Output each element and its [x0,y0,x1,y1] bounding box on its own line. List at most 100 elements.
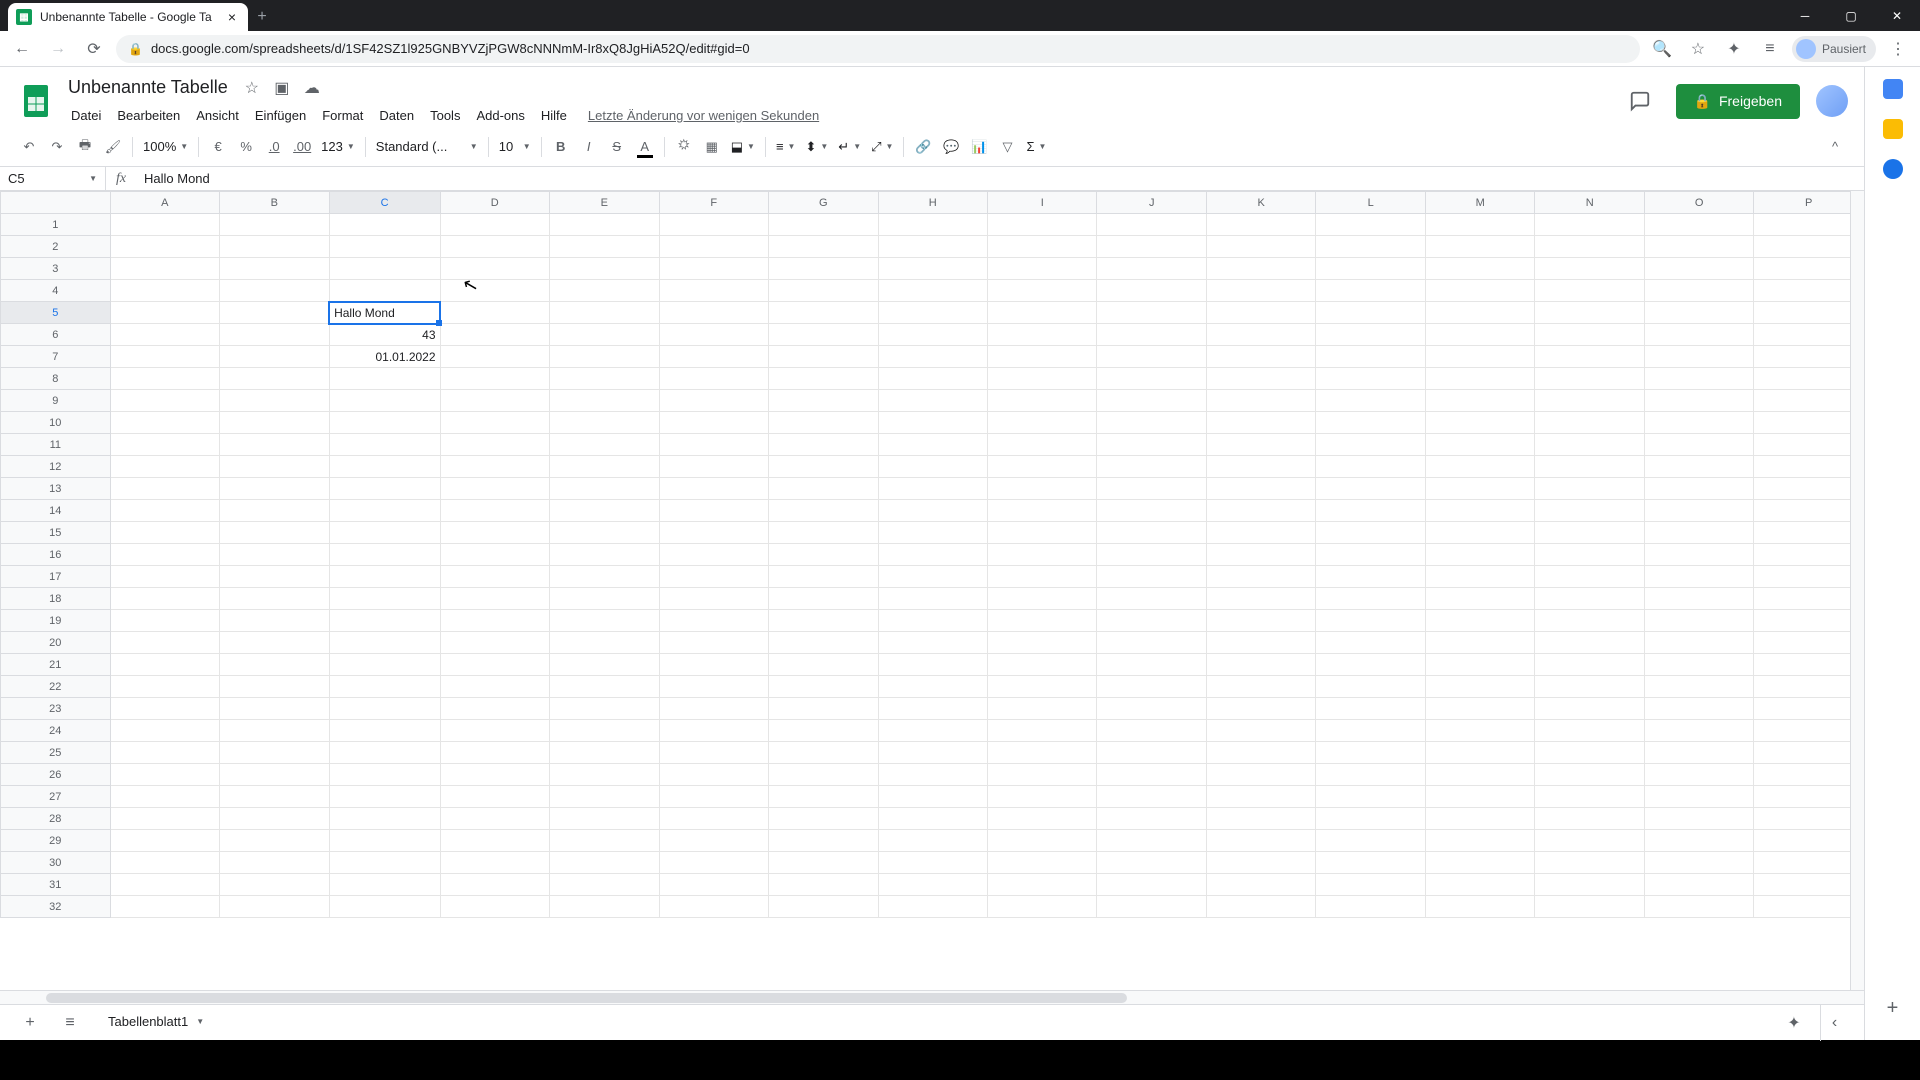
cell[interactable] [440,434,550,456]
cell[interactable] [220,478,330,500]
select-all-corner[interactable] [1,192,111,214]
column-header[interactable]: L [1316,192,1425,214]
cell[interactable] [1754,390,1864,412]
cell[interactable] [1754,808,1864,830]
browser-tab[interactable]: ▦ Unbenannte Tabelle - Google Ta × [8,3,248,31]
cell[interactable] [1425,258,1535,280]
cell[interactable] [1754,632,1864,654]
cell[interactable] [110,522,219,544]
cell[interactable] [1097,478,1206,500]
cell[interactable] [440,500,550,522]
cell[interactable] [1754,874,1864,896]
cell[interactable] [1644,390,1754,412]
cell[interactable] [1754,830,1864,852]
cell[interactable] [220,566,330,588]
cell[interactable] [550,676,659,698]
cell[interactable] [659,896,768,918]
cell[interactable] [1535,434,1644,456]
cell[interactable] [659,698,768,720]
comments-button[interactable] [1620,81,1660,121]
cell[interactable] [329,434,440,456]
cell[interactable] [1316,896,1425,918]
cell[interactable] [1644,720,1754,742]
cell[interactable] [220,412,330,434]
cell[interactable] [1535,368,1644,390]
cell[interactable] [769,786,879,808]
cell[interactable] [440,368,550,390]
add-addon-button[interactable]: + [1887,997,1899,1020]
row-header[interactable]: 18 [1,588,111,610]
cell[interactable] [1206,764,1315,786]
cell[interactable] [987,632,1096,654]
cell[interactable] [110,852,219,874]
cell[interactable] [1206,324,1315,346]
menu-view[interactable]: Ansicht [189,104,246,127]
cell[interactable] [1425,610,1535,632]
cell[interactable] [769,368,879,390]
cell[interactable] [220,874,330,896]
menu-edit[interactable]: Bearbeiten [110,104,187,127]
cell[interactable] [878,874,987,896]
cell[interactable] [1425,214,1535,236]
cell[interactable] [1535,544,1644,566]
cell[interactable] [878,412,987,434]
column-header[interactable]: D [440,192,550,214]
cell[interactable] [659,786,768,808]
cell[interactable] [1535,522,1644,544]
close-window-button[interactable]: ✕ [1874,0,1920,31]
cell[interactable] [1425,302,1535,324]
cell[interactable] [769,522,879,544]
cell[interactable] [1535,896,1644,918]
cell[interactable] [769,566,879,588]
cell[interactable] [440,610,550,632]
cell[interactable] [659,258,768,280]
cell[interactable] [1425,544,1535,566]
cell[interactable] [550,852,659,874]
cell[interactable] [1535,654,1644,676]
cell[interactable] [220,390,330,412]
cell[interactable] [1206,478,1315,500]
cell[interactable] [550,588,659,610]
cell[interactable] [659,588,768,610]
cell[interactable] [1535,676,1644,698]
cell[interactable] [1316,368,1425,390]
cell[interactable] [1316,654,1425,676]
cell[interactable] [440,412,550,434]
cell[interactable] [878,566,987,588]
cell[interactable]: 01.01.2022 [329,346,440,368]
cell[interactable]: Hallo Mond [329,302,440,324]
cell[interactable] [1535,808,1644,830]
cloud-status-icon[interactable]: ☁ [302,78,322,98]
cell[interactable] [1535,588,1644,610]
cell[interactable] [878,786,987,808]
cell[interactable] [1535,390,1644,412]
cell[interactable] [220,764,330,786]
row-header[interactable]: 16 [1,544,111,566]
cell[interactable] [550,654,659,676]
decrease-decimal-button[interactable]: .0 [261,134,287,160]
cell[interactable] [1644,654,1754,676]
cell[interactable] [1535,830,1644,852]
insert-comment-button[interactable]: 💬 [938,134,964,160]
cell[interactable] [440,456,550,478]
row-header[interactable]: 10 [1,412,111,434]
menu-addons[interactable]: Add-ons [469,104,531,127]
row-header[interactable]: 20 [1,632,111,654]
cell[interactable] [1206,346,1315,368]
cell[interactable] [659,302,768,324]
cell[interactable] [1644,434,1754,456]
cell[interactable] [550,786,659,808]
cell[interactable] [110,676,219,698]
cell[interactable] [987,412,1096,434]
cell[interactable] [1754,346,1864,368]
explore-button[interactable]: ✦ [1780,1009,1808,1037]
cell[interactable] [220,786,330,808]
cell[interactable] [987,522,1096,544]
text-color-button[interactable]: A [632,134,658,160]
browser-menu-icon[interactable]: ⋮ [1884,35,1912,63]
cell[interactable] [1644,500,1754,522]
minimize-button[interactable]: ─ [1782,0,1828,31]
cell[interactable] [110,874,219,896]
cell[interactable] [440,522,550,544]
cell[interactable] [1206,566,1315,588]
